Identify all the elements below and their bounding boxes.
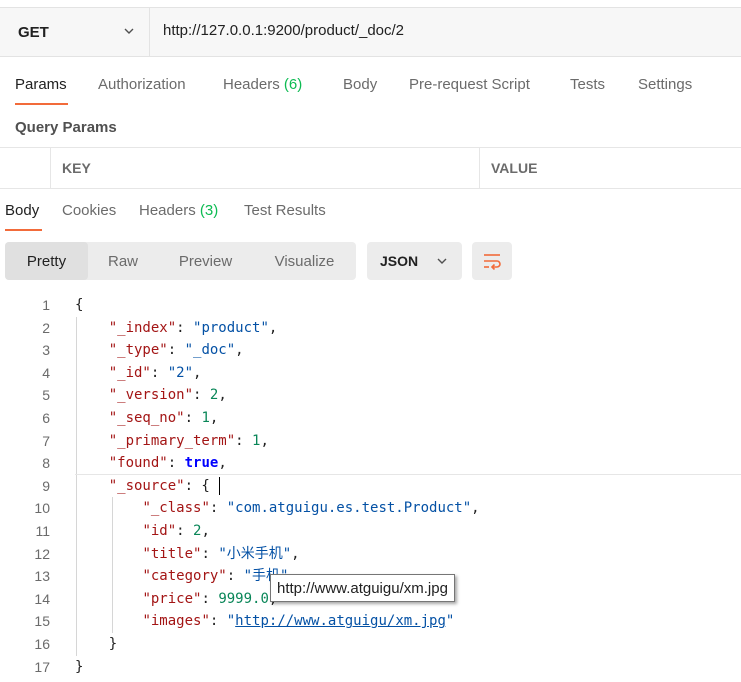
- tab-label: Authorization: [98, 76, 186, 93]
- code-text: {: [75, 297, 84, 313]
- line-number: 15: [34, 613, 50, 630]
- chevron-down-icon: [124, 28, 134, 34]
- line-number: 6: [42, 410, 50, 426]
- text-cursor: [219, 476, 220, 495]
- wrap-lines-button[interactable]: [472, 242, 512, 280]
- line-number: 8: [42, 455, 50, 472]
- tab-label: Settings: [638, 76, 693, 93]
- code-text: "category": "手机",: [142, 568, 296, 585]
- code-text: "images": "http://www.atguigu/xm.jpg": [142, 613, 455, 630]
- code-line: 4 "_id": "2",: [0, 362, 741, 385]
- chevron-down-icon: [437, 258, 447, 264]
- code-line: 2 "_index": "product",: [0, 317, 741, 340]
- code-text: "_index": "product",: [108, 319, 278, 336]
- params-table-header: KEY VALUE: [0, 147, 741, 189]
- tab-label: Test Results: [244, 202, 326, 219]
- code-text: "_version": 2,: [108, 387, 227, 404]
- response-body-viewer[interactable]: 1{2 "_index": "product", 3 "_type": "_doc…: [0, 294, 741, 682]
- view-pretty-button[interactable]: Pretty: [5, 242, 88, 280]
- line-number: 12: [34, 545, 50, 562]
- tab-label: Body: [5, 202, 40, 219]
- code-line: 6 "_seq_no": 1,: [0, 407, 741, 430]
- tab-headers[interactable]: Headers (6): [223, 76, 302, 93]
- tab-pre-request-script[interactable]: Pre-request Script: [409, 76, 530, 93]
- link-tooltip: http://www.atguigu/xm.jpg: [270, 574, 455, 602]
- active-response-tab-indicator: [5, 229, 42, 231]
- tab-label: Params: [15, 76, 67, 93]
- line-number: 3: [42, 342, 50, 359]
- code-text: "id": 2,: [142, 523, 210, 539]
- line-number: 16: [34, 636, 50, 652]
- tab-response-headers[interactable]: Headers (3): [139, 202, 218, 219]
- request-tabs: Params Authorization Headers (6) Body Pr…: [0, 76, 741, 106]
- line-number: 13: [34, 568, 50, 585]
- tab-body[interactable]: Body: [343, 76, 377, 93]
- tab-label: Body: [343, 76, 378, 93]
- indent-guide: [76, 316, 77, 656]
- code-text: "_class": "com.atguigu.es.test.Product",: [142, 500, 480, 517]
- code-line: 9 "_source": {: [0, 475, 741, 498]
- line-number: 10: [34, 500, 50, 517]
- code-text: "found": true,: [108, 455, 227, 472]
- column-key: KEY: [50, 148, 480, 188]
- code-line: 3 "_type": "_doc",: [0, 339, 741, 362]
- wrap-lines-icon: [484, 254, 501, 270]
- tab-label: Pre-request Script: [409, 76, 530, 93]
- url-text: http://127.0.0.1:9200/product/_doc/2: [163, 22, 405, 39]
- tab-params[interactable]: Params: [15, 76, 67, 93]
- line-number: 9: [42, 477, 50, 494]
- tab-response-body[interactable]: Body: [5, 202, 39, 219]
- code-text: "title": "小米手机",: [142, 545, 300, 562]
- tab-label: Headers: [223, 76, 280, 93]
- line-number: 17: [34, 658, 50, 675]
- line-number: 14: [34, 590, 50, 607]
- line-number: 7: [42, 432, 50, 449]
- view-visualize-button[interactable]: Visualize: [253, 242, 356, 280]
- code-text: "_primary_term": 1,: [108, 432, 269, 449]
- request-bar: GET http://127.0.0.1:9200/product/_doc/2: [0, 7, 741, 57]
- active-tab-indicator: [15, 103, 68, 105]
- format-label: JSON: [380, 253, 419, 269]
- method-label: GET: [18, 23, 49, 41]
- code-text: "_id": "2",: [108, 364, 202, 381]
- line-number: 4: [42, 364, 50, 381]
- tab-label: Cookies: [62, 202, 117, 219]
- tab-label: Headers: [139, 202, 196, 219]
- indent-guide: [112, 497, 113, 633]
- code-line: 16 }: [0, 633, 741, 656]
- line-number: 5: [42, 387, 50, 404]
- line-number: 1: [42, 297, 50, 313]
- code-text: }: [75, 636, 118, 652]
- tab-authorization[interactable]: Authorization: [98, 76, 186, 93]
- code-line: 8 "found": true,: [0, 452, 741, 475]
- tab-count: (3): [199, 202, 219, 219]
- code-text: }: [75, 658, 84, 675]
- format-select[interactable]: JSON: [367, 242, 462, 280]
- url-input[interactable]: http://127.0.0.1:9200/product/_doc/2: [150, 8, 741, 56]
- code-text: "_seq_no": 1,: [108, 410, 219, 426]
- code-text: "price": 9999.0,: [142, 590, 277, 607]
- code-text: "_type": "_doc",: [108, 342, 244, 359]
- view-preview-button[interactable]: Preview: [158, 242, 253, 280]
- line-number: 11: [35, 523, 50, 539]
- query-params-title: Query Params: [15, 119, 117, 136]
- code-line: 1{: [0, 294, 741, 317]
- column-value: VALUE: [479, 148, 741, 188]
- line-number: 2: [42, 319, 50, 336]
- tab-count: (6): [283, 76, 303, 93]
- code-line: 5 "_version": 2,: [0, 384, 741, 407]
- tab-test-results[interactable]: Test Results: [244, 202, 326, 219]
- current-line-highlight: [75, 474, 741, 475]
- method-select[interactable]: GET: [0, 8, 150, 56]
- tab-cookies[interactable]: Cookies: [62, 202, 116, 219]
- response-tabs: Body Cookies Headers (3) Test Results: [0, 202, 741, 232]
- view-mode-segmented: Pretty Raw Preview Visualize: [5, 242, 356, 280]
- tab-label: Tests: [570, 76, 606, 93]
- code-line: 7 "_primary_term": 1,: [0, 430, 741, 453]
- view-raw-button[interactable]: Raw: [88, 242, 158, 280]
- code-text: "_source": {: [108, 477, 210, 494]
- tab-tests[interactable]: Tests: [570, 76, 605, 93]
- tab-settings[interactable]: Settings: [638, 76, 692, 93]
- code-line: 17}: [0, 656, 741, 679]
